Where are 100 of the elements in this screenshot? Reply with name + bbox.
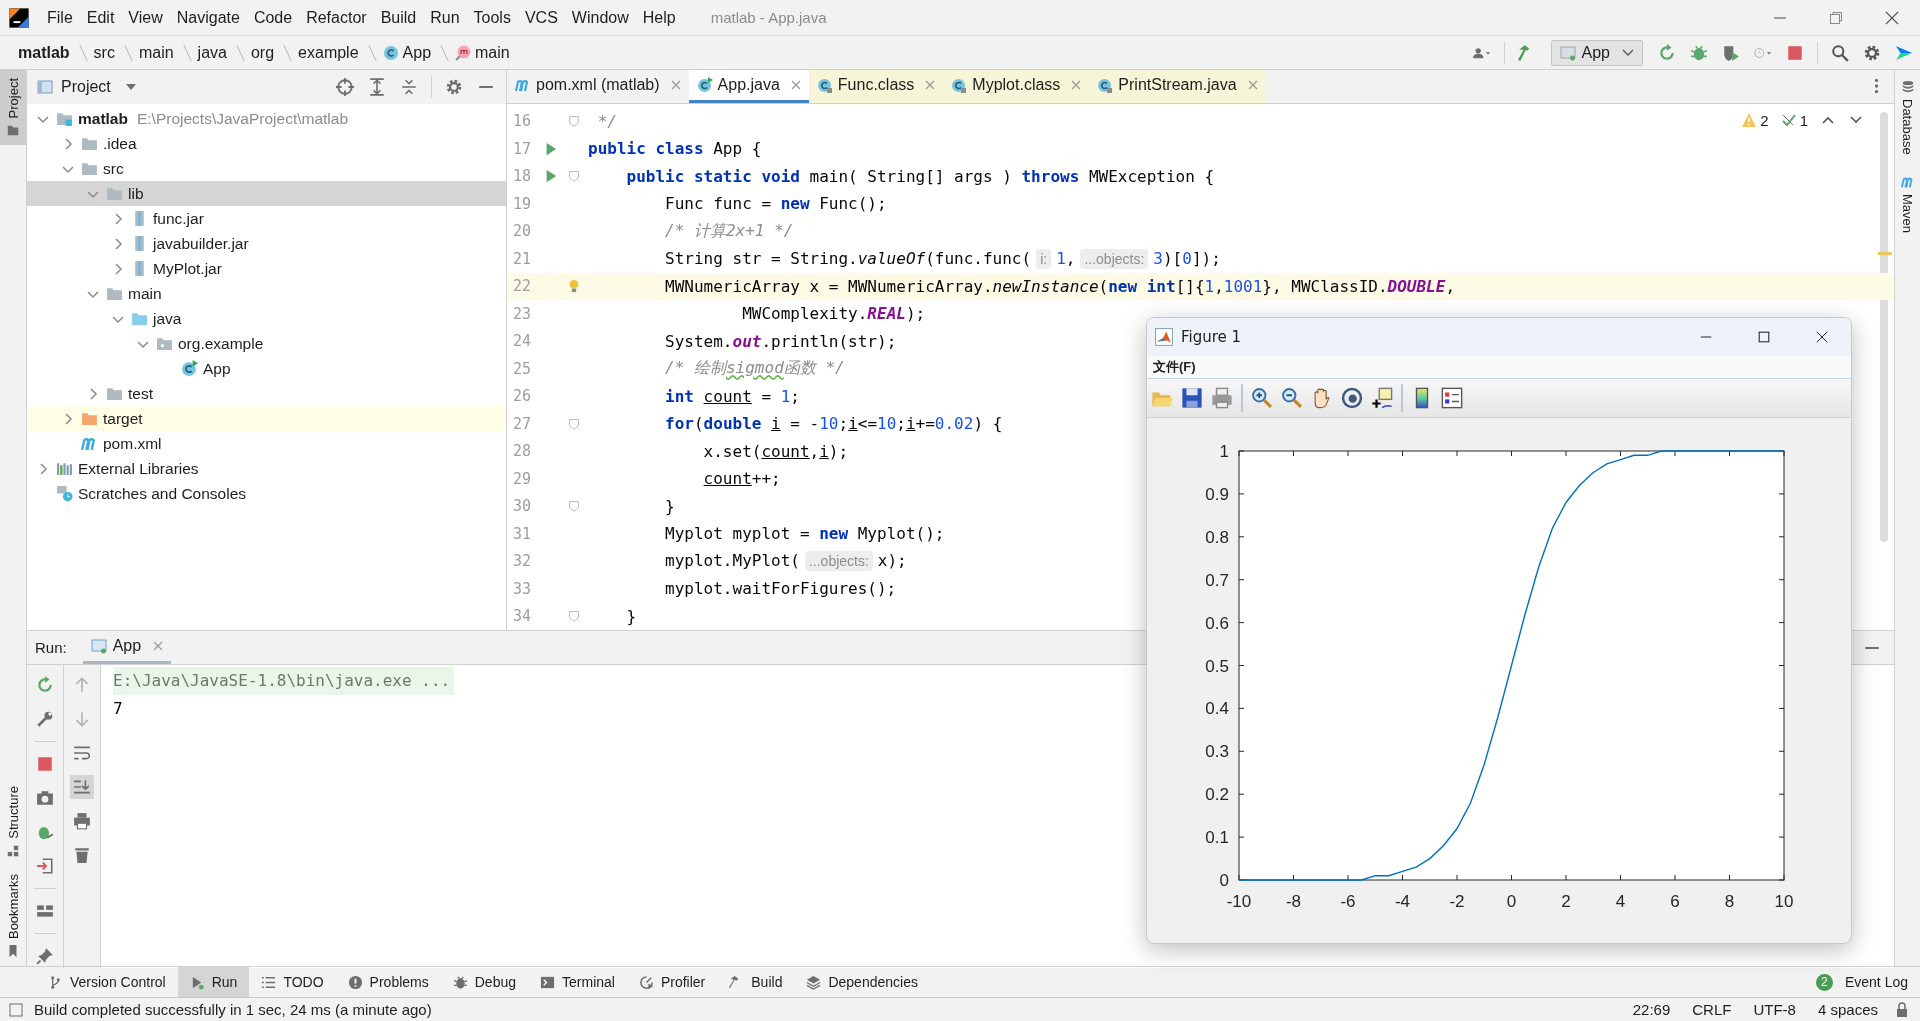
tree-item[interactable]: .idea [27, 131, 506, 156]
tree-item[interactable]: org.example [27, 331, 506, 356]
menu-item[interactable]: 文件(F) [1153, 358, 1196, 376]
tree-item[interactable]: func.jar [27, 206, 506, 231]
status-item[interactable]: CRLF [1686, 1001, 1738, 1018]
tree-item[interactable]: App [27, 356, 506, 381]
tool-window-tab[interactable]: Version Control [36, 967, 178, 997]
warning-count[interactable]: 2 [1741, 111, 1769, 129]
save-icon[interactable] [1181, 387, 1203, 409]
rotate-icon[interactable] [1341, 387, 1363, 409]
breadcrumb[interactable]: src [89, 41, 119, 64]
search-icon[interactable] [1831, 43, 1849, 62]
editor-tab[interactable]: App.java [688, 70, 809, 103]
weak-warning-count[interactable]: 1 [1780, 111, 1808, 129]
data-cursor-icon[interactable] [1371, 387, 1393, 409]
scrollbar-thumb[interactable] [1880, 111, 1888, 542]
locate-icon[interactable] [336, 78, 354, 96]
tree-item[interactable]: pom.xml [27, 431, 506, 456]
stop-icon[interactable] [1786, 43, 1804, 62]
menu-item[interactable]: View [121, 4, 170, 31]
breadcrumb[interactable]: java [193, 41, 231, 64]
status-item[interactable]: UTF-8 [1747, 1001, 1802, 1018]
expand-all-icon[interactable] [368, 78, 386, 96]
editor-tab[interactable]: Myplot.class [943, 70, 1090, 103]
tree-item[interactable]: main [27, 281, 506, 306]
tree-item[interactable]: target [27, 406, 506, 431]
breadcrumb[interactable]: matlab [14, 41, 74, 64]
tree-item[interactable]: Scratches and Consoles [27, 481, 506, 506]
status-item[interactable]: 4 spaces [1811, 1001, 1884, 1018]
lock-icon[interactable] [1894, 1001, 1910, 1018]
menu-item[interactable]: Build [373, 4, 424, 31]
tree-item[interactable]: src [27, 156, 506, 181]
status-item[interactable]: 22:69 [1626, 1001, 1677, 1018]
breadcrumb[interactable]: example [294, 41, 363, 64]
close-icon[interactable] [1884, 9, 1900, 26]
configuration-tab[interactable]: App [82, 631, 172, 664]
editor-tab[interactable]: Func.class [808, 70, 944, 103]
panel-toggle-icon[interactable] [8, 1001, 24, 1018]
restore-icon[interactable] [1828, 9, 1844, 26]
menu-item[interactable]: Code [246, 4, 300, 31]
tool-window-button[interactable]: Maven [1895, 164, 1920, 243]
menu-item[interactable]: Navigate [169, 4, 247, 31]
menu-item[interactable]: Edit [79, 4, 122, 31]
editor-tab[interactable]: PrintStream.java [1089, 70, 1266, 103]
tool-window-button[interactable]: Project [0, 70, 26, 146]
plugin-logo-icon[interactable] [1895, 43, 1913, 62]
breadcrumb[interactable]: main [451, 41, 514, 64]
tool-window-button[interactable]: Database [1895, 70, 1920, 165]
tool-window-tab[interactable]: Run [177, 967, 250, 997]
tree-item[interactable]: java [27, 306, 506, 331]
tool-window-tab[interactable]: Build [717, 967, 795, 997]
menu-item[interactable]: File [40, 4, 80, 31]
fold-icon[interactable] [567, 169, 581, 184]
menu-item[interactable]: Tools [466, 4, 518, 31]
tool-window-tab[interactable]: Problems [335, 967, 441, 997]
fold-icon[interactable] [567, 499, 581, 514]
maximize-icon[interactable] [1757, 330, 1771, 344]
menu-item[interactable]: Help [635, 4, 683, 31]
breadcrumb[interactable]: org [246, 41, 279, 64]
project-view-dropdown[interactable]: Project [37, 78, 137, 96]
zoom-out-icon[interactable] [1281, 387, 1303, 409]
menu-item[interactable]: Refactor [299, 4, 374, 31]
run-icon[interactable] [544, 169, 558, 184]
tool-window-tab[interactable]: Debug [440, 967, 528, 997]
coverage-icon[interactable] [1722, 43, 1740, 62]
tool-window-tab[interactable]: TODO [249, 967, 336, 997]
menu-item[interactable]: Run [423, 4, 467, 31]
editor-tab[interactable]: pom.xml (matlab) [507, 70, 689, 103]
tree-item[interactable]: External Libraries [27, 456, 506, 481]
more-icon[interactable] [1874, 77, 1879, 96]
fold-icon[interactable] [567, 416, 581, 431]
tool-window-tab[interactable]: Profiler [626, 967, 718, 997]
tree-item[interactable]: MyPlot.jar [27, 256, 506, 281]
scroll-to-end-icon[interactable] [70, 775, 94, 799]
settings-icon[interactable] [1863, 43, 1881, 62]
tool-window-button[interactable]: Structure [0, 778, 26, 866]
tree-item[interactable]: javabuilder.jar [27, 231, 506, 256]
run-icon[interactable] [544, 141, 558, 156]
print-icon[interactable] [1211, 387, 1233, 409]
run-configuration-dropdown[interactable]: App [1550, 39, 1643, 66]
close-icon[interactable] [1815, 330, 1829, 344]
bug-icon[interactable] [1690, 43, 1708, 62]
legend-icon[interactable] [1441, 387, 1463, 409]
event-log-button[interactable]: Event Log [1832, 967, 1920, 997]
fold-icon[interactable] [567, 114, 581, 129]
menu-item[interactable]: VCS [517, 4, 565, 31]
tool-window-tab[interactable]: Terminal [528, 967, 627, 997]
menu-item[interactable]: Window [564, 4, 636, 31]
zoom-in-icon[interactable] [1251, 387, 1273, 409]
breadcrumb[interactable]: App [378, 41, 436, 64]
tree-item[interactable]: matlab E:\Projects\JavaProject\matlab [27, 106, 506, 131]
tool-window-tab[interactable]: Dependencies [794, 967, 930, 997]
rerun-icon[interactable] [1658, 43, 1676, 62]
fold-icon[interactable] [567, 609, 581, 624]
tree-item[interactable]: test [27, 381, 506, 406]
settings-icon[interactable] [445, 78, 463, 96]
tool-window-button[interactable]: Bookmarks [0, 865, 26, 966]
collapse-all-icon[interactable] [400, 78, 418, 96]
breadcrumb[interactable]: main [134, 41, 178, 64]
lightbulb-icon[interactable] [567, 279, 581, 294]
